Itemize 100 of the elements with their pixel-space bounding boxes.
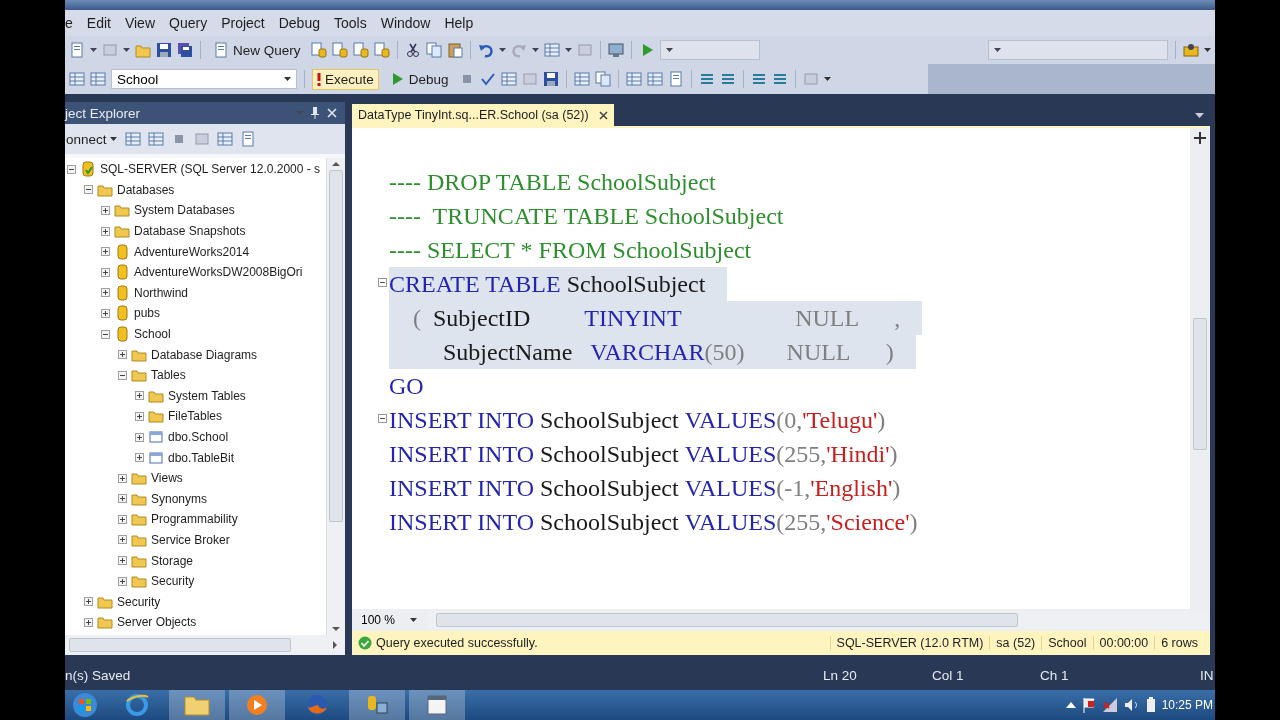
caret-icon[interactable] bbox=[123, 48, 130, 52]
tree-item[interactable]: Synonyms bbox=[151, 491, 208, 506]
collapse-icon[interactable] bbox=[378, 414, 387, 423]
scroll-thumb[interactable] bbox=[329, 170, 343, 522]
tree-item[interactable]: Server Objects bbox=[117, 615, 197, 630]
new-project-icon[interactable] bbox=[69, 42, 85, 58]
tree-item[interactable]: AdventureWorks2014 bbox=[134, 244, 250, 259]
expand-icon[interactable] bbox=[118, 556, 127, 566]
expand-icon[interactable] bbox=[118, 350, 127, 360]
expand-icon[interactable] bbox=[118, 494, 127, 504]
caret-icon[interactable] bbox=[410, 618, 417, 622]
tree-item[interactable]: Storage bbox=[151, 553, 194, 568]
database-dropdown[interactable]: School bbox=[111, 69, 297, 89]
database-taskbar-icon[interactable] bbox=[349, 690, 405, 720]
expand-icon[interactable] bbox=[135, 391, 144, 401]
connect-button[interactable]: onnect bbox=[65, 130, 118, 148]
network-icon[interactable] bbox=[1101, 697, 1118, 713]
tree-item[interactable]: dbo.TableBit bbox=[168, 450, 235, 465]
menu-item[interactable]: Project bbox=[214, 15, 272, 31]
menu-item[interactable]: Tools bbox=[327, 15, 374, 31]
caret-icon[interactable] bbox=[1204, 48, 1211, 52]
split-icon[interactable] bbox=[1194, 132, 1206, 144]
collapse-icon[interactable] bbox=[101, 329, 110, 339]
paste-icon[interactable] bbox=[446, 42, 463, 58]
undo-icon[interactable] bbox=[477, 42, 494, 58]
tree-item[interactable]: Tables bbox=[151, 368, 186, 383]
new-query-button[interactable]: New Query bbox=[208, 39, 306, 61]
tree-item[interactable]: SQL-SERVER (SQL Server 12.0.2000 - s bbox=[100, 162, 321, 177]
scrollbar[interactable] bbox=[1190, 128, 1210, 609]
menu-item[interactable]: Help bbox=[437, 15, 481, 31]
caret-icon[interactable] bbox=[665, 48, 673, 52]
expand-icon[interactable] bbox=[135, 453, 144, 463]
caret-icon[interactable] bbox=[498, 48, 506, 52]
caret-icon[interactable] bbox=[823, 77, 831, 81]
pin-icon[interactable] bbox=[311, 107, 319, 119]
caret-icon[interactable] bbox=[994, 48, 1001, 52]
expand-icon[interactable] bbox=[118, 473, 127, 483]
expand-icon[interactable] bbox=[101, 226, 110, 236]
folder-taskbar-icon[interactable] bbox=[169, 690, 225, 720]
tree-item[interactable]: Security bbox=[151, 574, 195, 589]
database-query-icon[interactable] bbox=[373, 42, 390, 58]
expand-icon[interactable] bbox=[101, 308, 110, 318]
collapse-icon[interactable] bbox=[118, 370, 127, 380]
debug-button[interactable]: Debug bbox=[383, 68, 454, 90]
caret-icon[interactable] bbox=[284, 77, 291, 81]
caret-icon[interactable] bbox=[1195, 113, 1204, 118]
tree-item[interactable]: Views bbox=[151, 471, 183, 486]
execute-button[interactable]: Execute bbox=[312, 68, 379, 90]
check-icon[interactable] bbox=[479, 71, 496, 87]
tree-item[interactable]: Programmability bbox=[151, 512, 238, 527]
scroll-thumb[interactable] bbox=[436, 613, 1018, 627]
results-grid-icon[interactable] bbox=[625, 71, 642, 87]
menu-item[interactable]: e bbox=[65, 15, 80, 31]
menu-item[interactable]: Query bbox=[162, 15, 215, 31]
grid-icon[interactable] bbox=[573, 71, 590, 87]
caret-icon[interactable] bbox=[109, 137, 117, 141]
volume-icon[interactable] bbox=[1123, 697, 1140, 713]
expand-icon[interactable] bbox=[118, 535, 127, 545]
close-icon[interactable] bbox=[598, 110, 608, 120]
tree-item[interactable]: School bbox=[134, 327, 171, 342]
database-query-icon[interactable] bbox=[310, 42, 327, 58]
expand-icon[interactable] bbox=[84, 597, 93, 607]
menu-item[interactable]: View bbox=[117, 15, 162, 31]
scrollbar[interactable] bbox=[326, 158, 345, 635]
show-hidden-icon[interactable] bbox=[1065, 701, 1076, 709]
expand-icon[interactable] bbox=[84, 617, 93, 627]
expand-icon[interactable] bbox=[118, 514, 127, 524]
caret-icon[interactable] bbox=[90, 48, 97, 52]
document-tab[interactable]: DataType TinyInt.sq...ER.School (sa (52)) bbox=[352, 104, 614, 126]
tree-item[interactable]: dbo.School bbox=[168, 430, 229, 444]
flag-icon[interactable] bbox=[1081, 697, 1096, 713]
monitor-icon[interactable] bbox=[607, 42, 624, 58]
cut-icon[interactable] bbox=[404, 42, 421, 58]
scroll-thumb[interactable] bbox=[69, 638, 291, 652]
tree-item[interactable]: Service Broker bbox=[151, 533, 230, 547]
expand-icon[interactable] bbox=[101, 206, 110, 215]
save-icon[interactable] bbox=[156, 42, 172, 58]
collapse-icon[interactable] bbox=[67, 164, 76, 174]
menu-item[interactable]: Edit bbox=[79, 15, 118, 31]
database-query-icon[interactable] bbox=[352, 42, 369, 58]
window-taskbar-icon[interactable] bbox=[409, 690, 465, 720]
horizontal-scrollbar[interactable] bbox=[65, 635, 345, 655]
expand-icon[interactable] bbox=[101, 288, 110, 298]
expand-icon[interactable] bbox=[135, 411, 144, 421]
caret-icon[interactable] bbox=[531, 48, 539, 52]
caret-icon[interactable] bbox=[564, 48, 572, 52]
tree-item[interactable]: Database Diagrams bbox=[151, 347, 258, 362]
expand-icon[interactable] bbox=[101, 267, 110, 277]
menu-item[interactable]: Debug bbox=[271, 15, 327, 31]
expand-icon[interactable] bbox=[135, 432, 144, 442]
tree-item[interactable]: Database Snapshots bbox=[134, 224, 246, 239]
scroll-thumb[interactable] bbox=[1193, 318, 1207, 450]
tree-item[interactable]: Security bbox=[117, 594, 161, 609]
tree-item[interactable]: AdventureWorksDW2008BigOri bbox=[134, 265, 303, 280]
expand-icon[interactable] bbox=[118, 576, 127, 586]
collapse-icon[interactable] bbox=[378, 278, 387, 287]
save-all-icon[interactable] bbox=[177, 42, 193, 58]
tree-item[interactable]: System Tables bbox=[168, 388, 246, 403]
database-query-icon[interactable] bbox=[331, 42, 348, 58]
tree-item[interactable]: System Databases bbox=[134, 203, 235, 218]
